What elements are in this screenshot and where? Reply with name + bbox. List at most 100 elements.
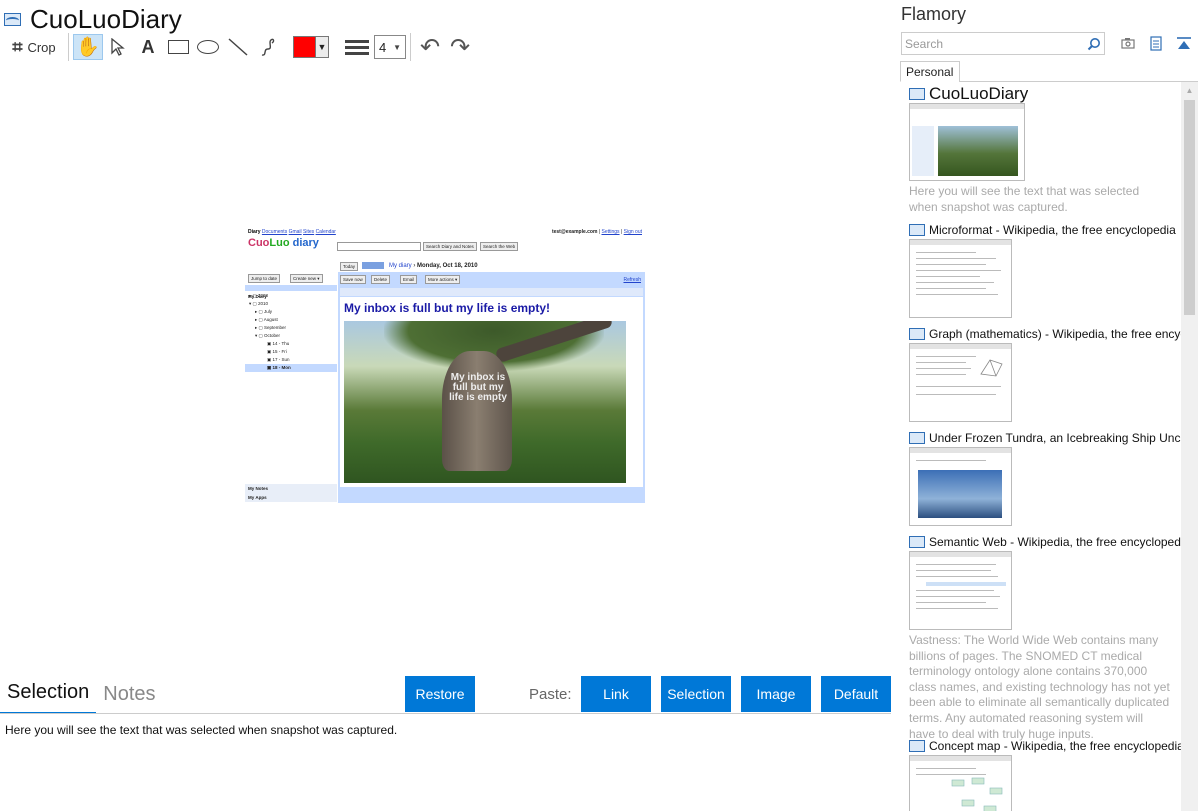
- tab-divider: [959, 81, 1198, 82]
- snapshot-tree-item: ▣ 15 - Fri: [267, 349, 287, 354]
- list-item-title: Concept map - Wikipedia, the free encycl…: [929, 739, 1181, 753]
- snapshot-list: CuoLuoDiary Here you will see the text t…: [909, 86, 1181, 811]
- favicon-icon: [909, 432, 925, 444]
- crop-button[interactable]: ⌗ Crop: [4, 34, 64, 60]
- snapshot-tree-item: ▸ ▢ September: [255, 325, 287, 330]
- snapshot-notes-label: My Notes: [248, 486, 269, 491]
- snapshot-tree-header: My Diary: [245, 285, 337, 299]
- snapshot-left-footer: My Notes My Apps: [245, 484, 337, 502]
- list-item-title: Microformat - Wikipedia, the free encycl…: [929, 223, 1176, 237]
- snapshot-more-button: More actions ▾: [425, 275, 461, 284]
- snapshot-tree-label: 14 - Thu: [272, 341, 290, 346]
- search-input[interactable]: Search: [901, 32, 1105, 55]
- tab-divider: [0, 713, 891, 714]
- pointer-icon: [111, 38, 125, 56]
- list-item-header: Under Frozen Tundra, an Icebreaking Ship…: [909, 430, 1181, 446]
- tab-notes[interactable]: Notes: [96, 683, 162, 714]
- snapshot-crumb-date: Monday, Oct 18, 2010: [417, 263, 478, 269]
- paste-image-button[interactable]: Image: [741, 676, 811, 712]
- freehand-tool-button[interactable]: [253, 34, 283, 60]
- snapshot-tree-label: October: [264, 333, 281, 338]
- snapshot-save-button: Save now: [340, 275, 366, 284]
- snapshot-refresh-link: Refresh: [623, 277, 641, 283]
- list-item-title: Under Frozen Tundra, an Icebreaking Ship…: [929, 431, 1181, 445]
- line-tool-button[interactable]: [223, 34, 253, 60]
- snapshot-nav-arrows: [362, 262, 384, 269]
- bottom-tabs: Selection Notes: [0, 678, 163, 714]
- snapshot-tree-label: September: [264, 325, 287, 330]
- sidebar-title: Flamory: [901, 4, 967, 24]
- line-style-icon[interactable]: [345, 39, 369, 55]
- snapshot-logo-part: diary: [292, 237, 319, 249]
- ellipse-tool-button[interactable]: [193, 34, 223, 60]
- snapshot-nav-item: Sites: [303, 229, 315, 235]
- list-item-title: CuoLuoDiary: [929, 86, 1029, 103]
- snapshot-preview[interactable]: Diary Documents Gmail Sites Calendar tes…: [245, 228, 645, 503]
- snapshot-tree-item: ▸ ▢ 2008: [249, 293, 269, 298]
- line-width-select[interactable]: 4 ▼: [374, 35, 406, 59]
- photo-trunk-text: My inbox is full but my life is empty: [449, 372, 507, 403]
- snapshot-tree-photo: My inbox is full but my life is empty: [344, 321, 626, 483]
- snapshot-settings-link: Settings: [601, 229, 620, 235]
- snapshot-create-button: Create new ▾: [290, 274, 323, 283]
- list-item[interactable]: Graph (mathematics) - Wikipedia, the fre…: [909, 326, 1181, 422]
- snapshot-tree-item: ▾ ▢ October: [255, 333, 281, 338]
- ellipse-icon: [197, 40, 219, 54]
- rectangle-tool-button[interactable]: [163, 34, 193, 60]
- favicon-icon: [909, 224, 925, 236]
- list-item[interactable]: Semantic Web - Wikipedia, the free encyc…: [909, 534, 1181, 742]
- hand-tool-button[interactable]: ✋: [73, 34, 103, 60]
- snapshot-search-box: [337, 242, 421, 251]
- favicon-icon: [909, 328, 925, 340]
- snapshot-tree-label: 15 - Fri: [272, 349, 287, 354]
- drawing-toolbar: ⌗ Crop ✋ A ▼ 4 ▼ ↶ ↷: [4, 33, 475, 61]
- list-item-title: Semantic Web - Wikipedia, the free encyc…: [929, 535, 1181, 549]
- list-item[interactable]: Concept map - Wikipedia, the free encycl…: [909, 738, 1181, 811]
- list-item-thumbnail: [909, 343, 1012, 422]
- snapshot-delete-button: Delete: [371, 275, 391, 284]
- selection-text: Here you will see the text that was sele…: [5, 723, 398, 737]
- text-tool-button[interactable]: A: [133, 34, 163, 60]
- page-title: CuoLuoDiary: [30, 3, 182, 34]
- snapshot-nav-item: Calendar: [315, 229, 336, 235]
- paste-link-button[interactable]: Link: [581, 676, 651, 712]
- snapshot-tree-item: ▾ ▢ 2010: [249, 301, 269, 306]
- snapshot-tree-item: ▸ ▢ July: [255, 309, 273, 314]
- restore-button[interactable]: Restore: [405, 676, 475, 712]
- stroke-color-picker[interactable]: ▼: [293, 36, 329, 58]
- tab-personal[interactable]: Personal: [900, 61, 960, 82]
- search-icon[interactable]: [1087, 37, 1101, 51]
- scroll-thumb[interactable]: [1184, 100, 1195, 315]
- line-width-value: 4: [379, 39, 387, 55]
- tab-selection[interactable]: Selection: [0, 681, 97, 714]
- undo-button[interactable]: ↶: [415, 34, 445, 61]
- snapshot-signout-link: Sign out: [623, 229, 642, 235]
- camera-icon[interactable]: [1119, 35, 1137, 51]
- list-item[interactable]: Under Frozen Tundra, an Icebreaking Ship…: [909, 430, 1181, 526]
- snapshot-logo-part: Luo: [269, 237, 290, 249]
- sidebar-scrollbar[interactable]: ▲: [1181, 82, 1198, 811]
- toolbar-divider: [410, 33, 411, 61]
- list-item[interactable]: Microformat - Wikipedia, the free encycl…: [909, 222, 1181, 318]
- toolbar-divider: [68, 33, 69, 61]
- collapse-icon[interactable]: [1175, 35, 1193, 51]
- snapshot-tree-label: 17 - Sun: [272, 357, 290, 362]
- redo-button[interactable]: ↷: [445, 34, 475, 61]
- snapshot-logo: CuoLuo diary: [248, 237, 319, 249]
- pointer-tool-button[interactable]: [103, 34, 133, 60]
- snapshot-account-email: test@example.com: [551, 229, 598, 235]
- paste-default-button[interactable]: Default: [821, 676, 891, 712]
- list-item-description: Vastness: The World Wide Web contains ma…: [909, 633, 1170, 741]
- snapshot-tree-item: ▣ 17 - Sun: [267, 357, 290, 362]
- title-bar: CuoLuoDiary: [4, 2, 182, 36]
- list-item[interactable]: CuoLuoDiary Here you will see the text t…: [909, 86, 1181, 215]
- text-icon: A: [141, 36, 155, 57]
- snapshot-apps-label: My Apps: [248, 495, 267, 500]
- list-item-title: Graph (mathematics) - Wikipedia, the fre…: [929, 327, 1181, 341]
- scroll-up-icon[interactable]: ▲: [1181, 82, 1198, 98]
- list-item-thumbnail: [909, 239, 1012, 318]
- document-icon[interactable]: [1147, 35, 1165, 51]
- snapshot-editor: Save now Delete Email More actions ▾ Ref…: [338, 272, 645, 503]
- snapshot-email-button: Email: [400, 275, 418, 284]
- paste-selection-button[interactable]: Selection: [661, 676, 731, 712]
